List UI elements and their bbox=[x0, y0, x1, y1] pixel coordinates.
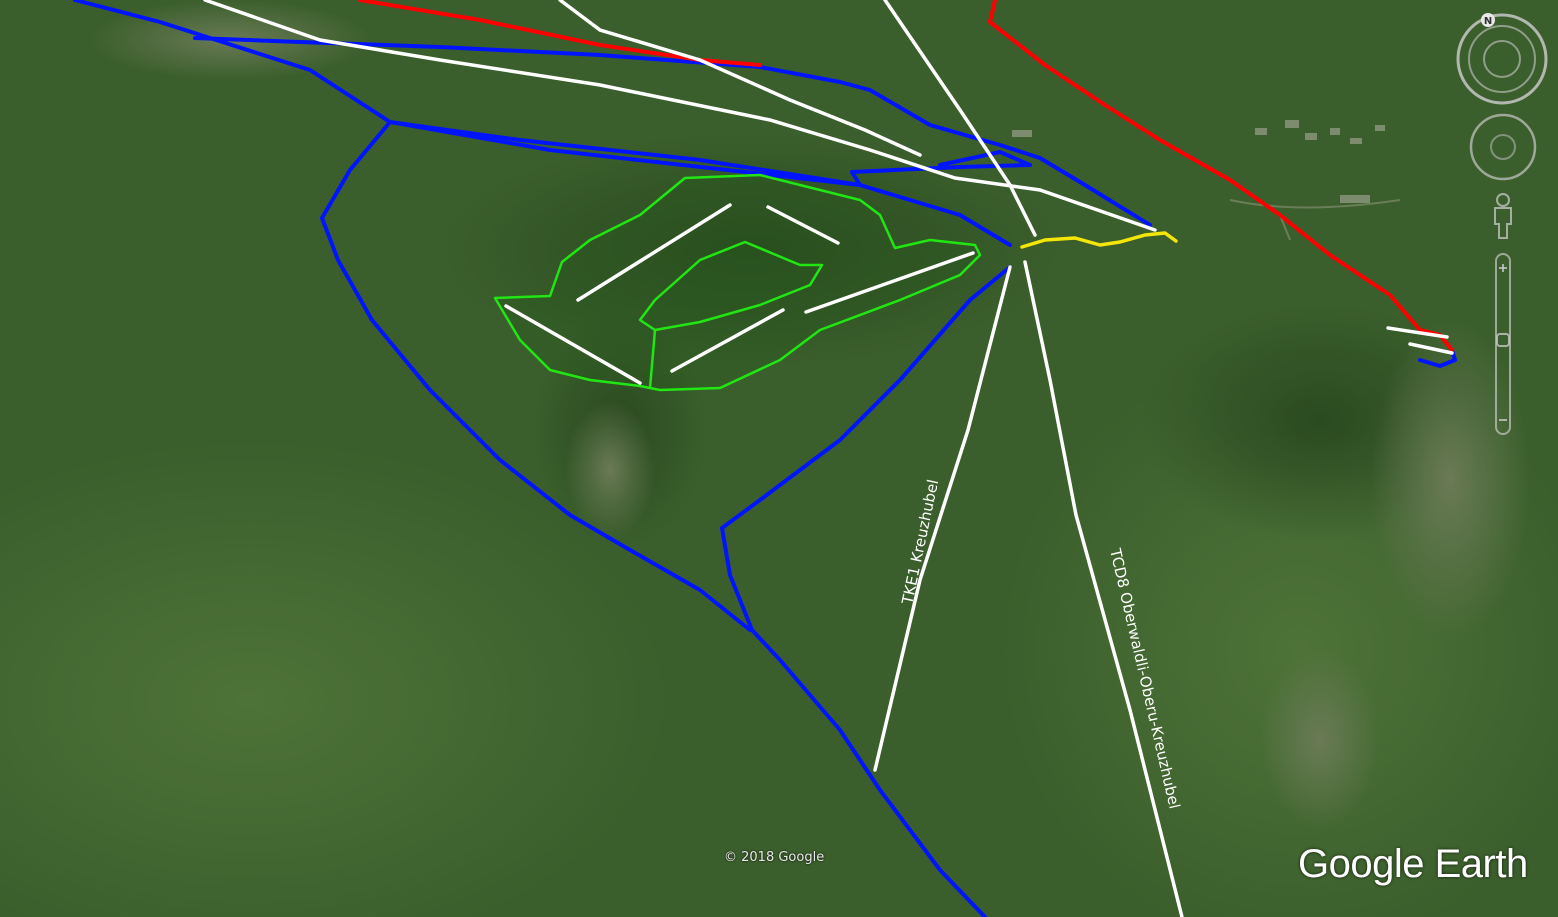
zoom-slider-handle bbox=[1496, 333, 1510, 347]
zoom-slider[interactable] bbox=[1488, 252, 1518, 436]
compass-north-letter: N bbox=[1484, 16, 1492, 27]
map-viewport[interactable]: TKE1 Kreuzhubel TCD8 Oberwaldli-Oberu-Kr… bbox=[0, 0, 1558, 917]
terrain bbox=[0, 0, 1558, 917]
satellite-map[interactable]: TKE1 Kreuzhubel TCD8 Oberwaldli-Oberu-Kr… bbox=[0, 0, 1558, 917]
map-copyright: © 2018 Google bbox=[724, 850, 825, 865]
compass-control[interactable]: N bbox=[1455, 12, 1549, 106]
look-around-control[interactable] bbox=[1468, 112, 1538, 182]
pegman-icon[interactable] bbox=[1488, 192, 1518, 242]
google-earth-logo: Google Earth bbox=[1298, 842, 1528, 886]
